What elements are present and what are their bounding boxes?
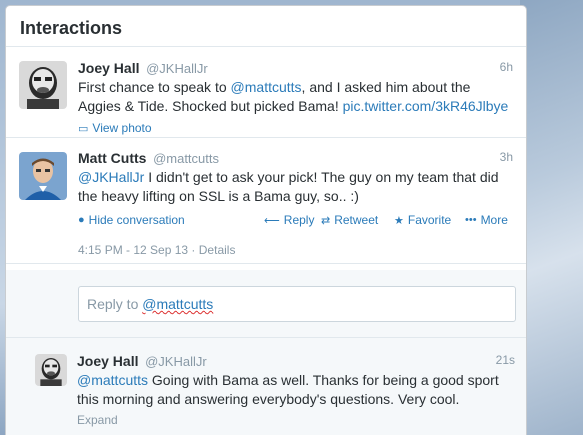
hide-conversation-button[interactable]: ● Hide conversation xyxy=(78,213,185,227)
retweet-icon: ⇄ xyxy=(321,214,331,227)
reply-icon: ⟵ xyxy=(264,214,280,227)
tweet-text: First chance to speak to @mattcutts, and… xyxy=(78,79,509,114)
favorite-button[interactable]: ★ Favorite xyxy=(394,213,451,227)
mention-link[interactable]: @mattcutts xyxy=(77,372,148,388)
view-photo-button[interactable]: ▭ View photo xyxy=(78,121,152,135)
author-name[interactable]: Joey Hall xyxy=(78,60,139,76)
meta-separator: · xyxy=(191,243,196,257)
tweet-item[interactable]: Matt Cutts @mattcutts 3h @JKHallJr I did… xyxy=(6,138,526,264)
author-handle[interactable]: @JKHallJr xyxy=(146,61,208,76)
ellipsis-icon: ••• xyxy=(465,214,477,226)
tweet-meta: 4:15 PM - 12 Sep 13 · Details xyxy=(78,243,513,257)
reply-button[interactable]: ⟵ Reply xyxy=(264,213,314,227)
more-button[interactable]: ••• More xyxy=(465,213,508,227)
speech-bubble-icon: ● xyxy=(78,214,85,226)
avatar[interactable] xyxy=(35,354,67,386)
reply-area: Reply to @mattcutts xyxy=(6,270,526,338)
panel-title: Interactions xyxy=(6,6,526,47)
background-sky xyxy=(520,0,583,435)
reply-input[interactable]: Reply to @mattcutts xyxy=(78,286,516,322)
avatar[interactable] xyxy=(19,61,67,109)
expand-link[interactable]: Expand xyxy=(77,413,515,427)
tweet-item[interactable]: Joey Hall @JKHallJr 21s @mattcutts Going… xyxy=(6,338,526,435)
tweet-text: @mattcutts Going with Bama as well. Than… xyxy=(77,372,499,407)
retweet-button[interactable]: ⇄ Retweet xyxy=(321,213,378,227)
tweet-item[interactable]: Joey Hall @JKHallJr 6h First chance to s… xyxy=(6,47,526,138)
avatar[interactable] xyxy=(19,152,67,200)
mention-link[interactable]: @mattcutts xyxy=(231,79,302,95)
author-name[interactable]: Matt Cutts xyxy=(78,150,146,166)
photo-link[interactable]: pic.twitter.com/3kR46Jlbye xyxy=(343,98,509,114)
author-handle[interactable]: @JKHallJr xyxy=(145,354,207,369)
author-name[interactable]: Joey Hall xyxy=(77,353,138,369)
photo-icon: ▭ xyxy=(78,122,89,135)
reply-mention: @mattcutts xyxy=(142,296,214,312)
tweet-time[interactable]: 6h xyxy=(500,60,513,74)
tweet-timestamp[interactable]: 4:15 PM - 12 Sep 13 xyxy=(78,243,188,257)
mention-link[interactable]: @JKHallJr xyxy=(78,169,144,185)
details-link[interactable]: Details xyxy=(199,243,236,257)
star-icon: ★ xyxy=(394,214,404,227)
tweet-time[interactable]: 3h xyxy=(500,150,513,164)
tweet-time[interactable]: 21s xyxy=(496,353,515,367)
author-handle[interactable]: @mattcutts xyxy=(153,151,219,166)
tweet-text: @JKHallJr I didn't get to ask your pick!… xyxy=(78,169,499,204)
